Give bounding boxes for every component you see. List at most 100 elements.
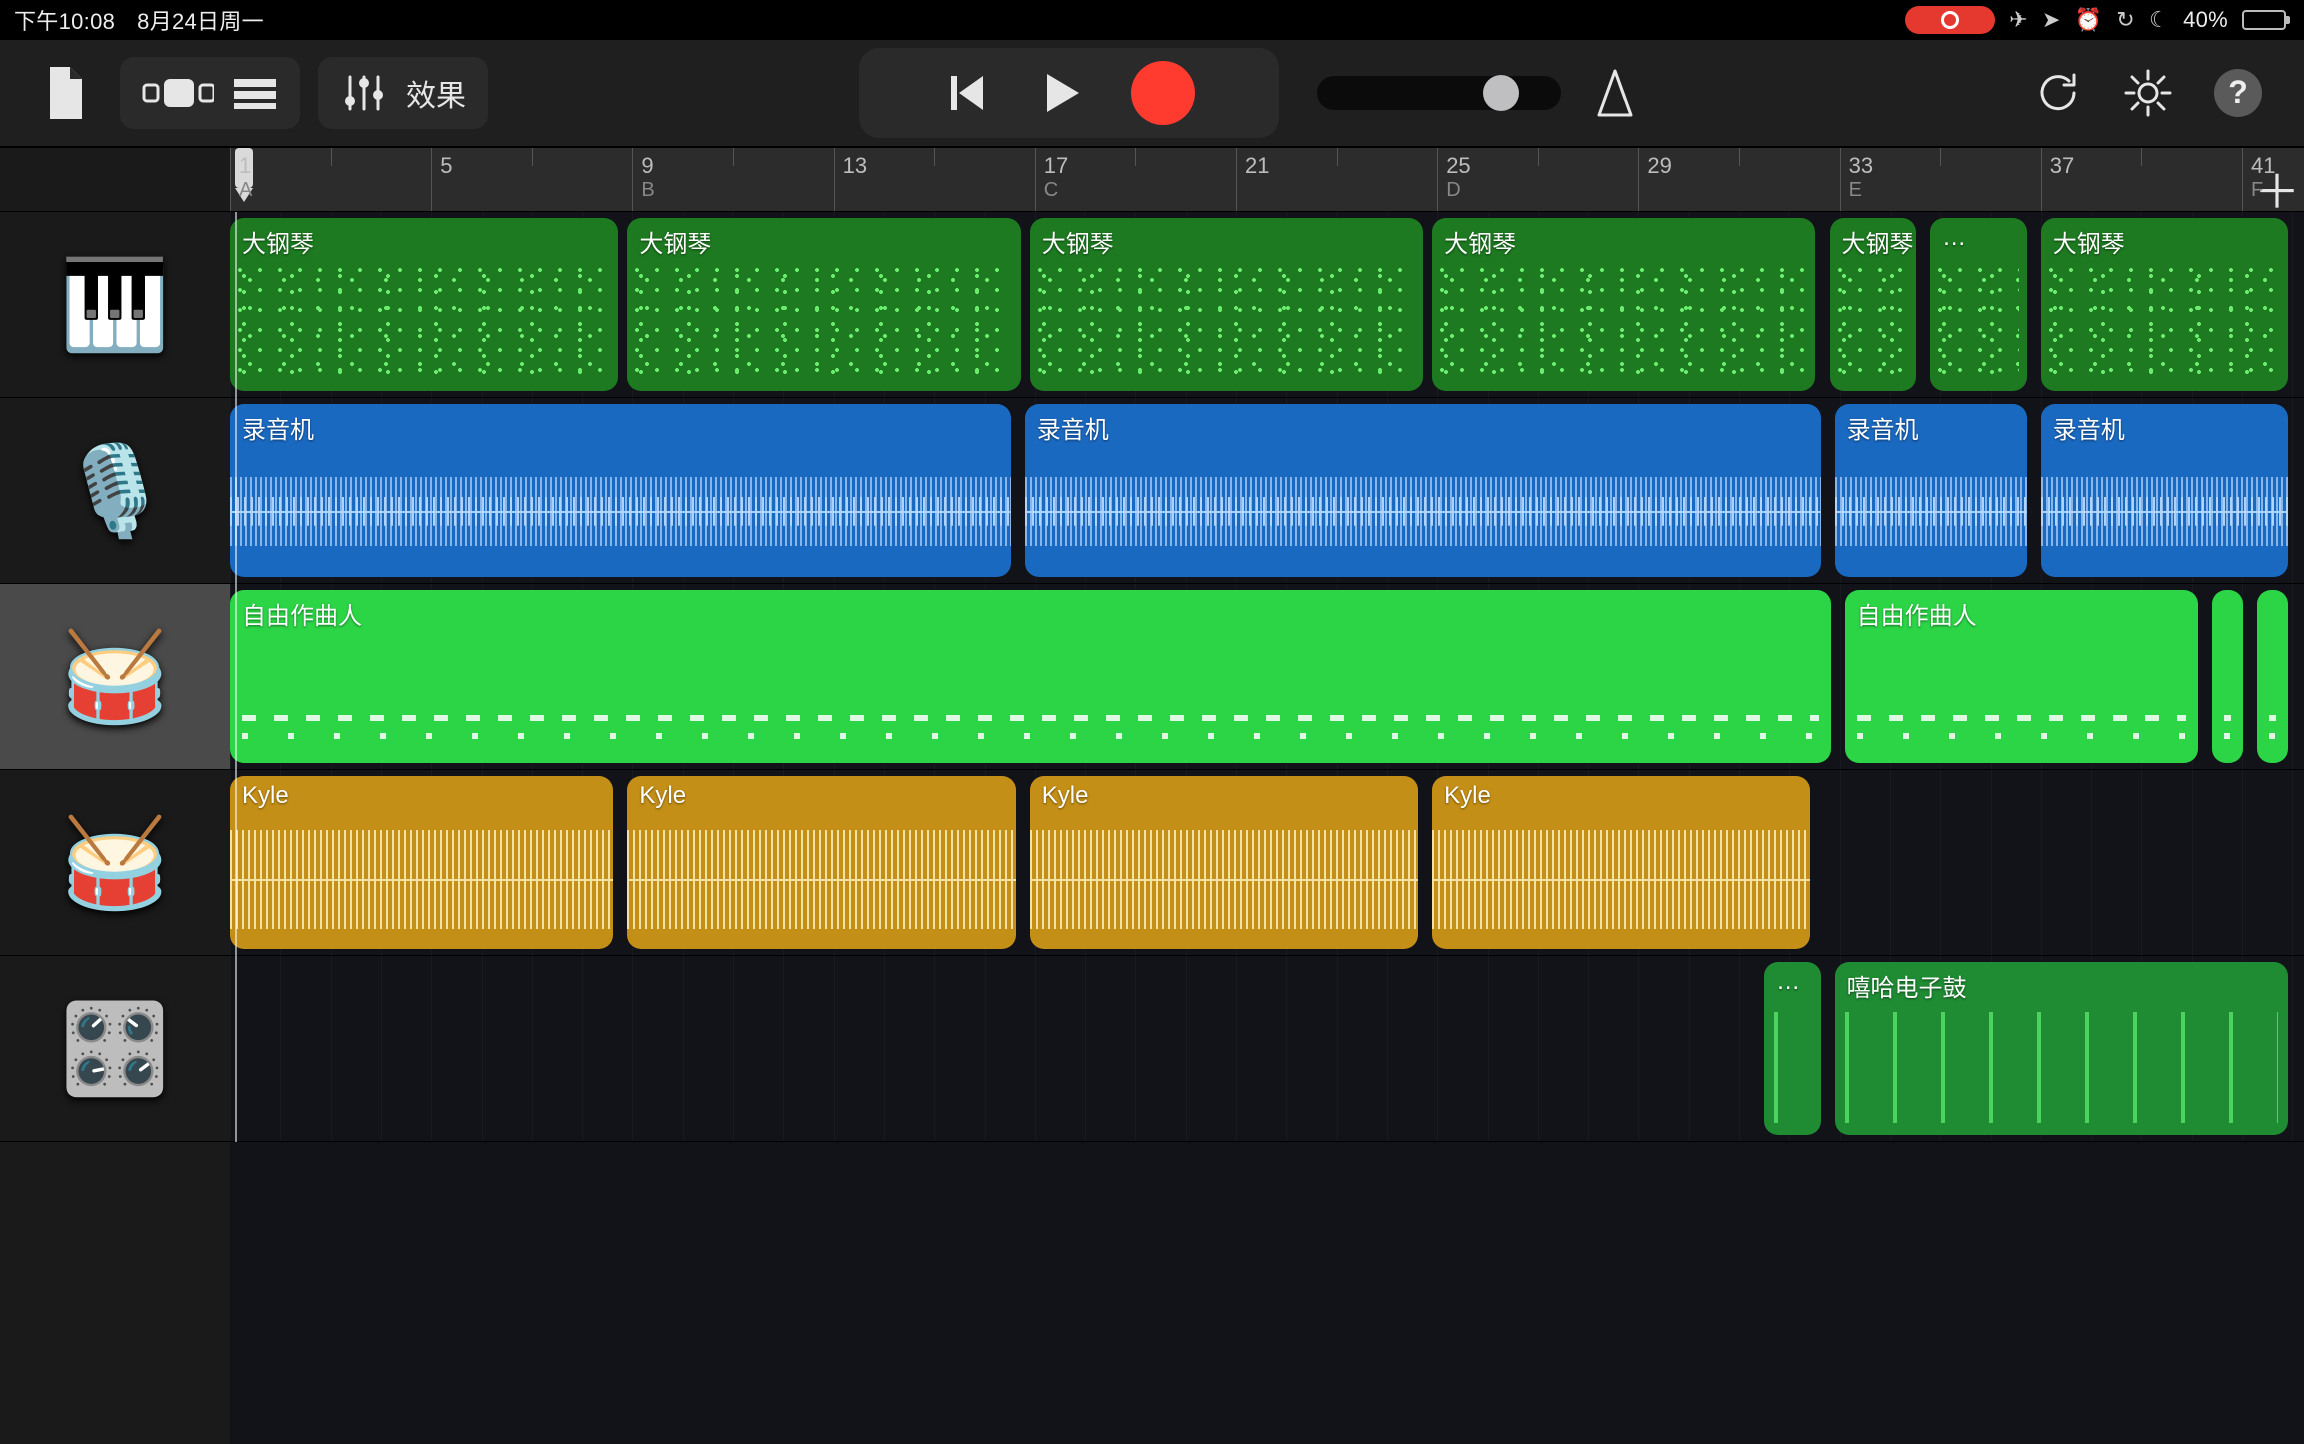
track-header-drums[interactable]: 🥁 (0, 584, 230, 770)
ruler-padding (0, 148, 230, 212)
region[interactable]: 大钢琴 (230, 218, 618, 391)
play-button[interactable] (1037, 57, 1083, 129)
region-label: 大钢琴 (639, 224, 711, 259)
piano-icon: 🎹 (60, 261, 170, 349)
ruler-bar-29: 29 (1638, 148, 1671, 211)
region-label: … (1776, 968, 1800, 996)
my-songs-button[interactable] (30, 57, 102, 129)
slider-knob-icon[interactable] (1483, 75, 1519, 111)
ruler-halftick (1538, 148, 1539, 166)
ruler-halftick (1940, 148, 1941, 166)
region[interactable]: 自由作曲人 (1845, 590, 2198, 763)
status-time: 下午10:08 (14, 4, 115, 36)
sync-icon: ↻ (2116, 7, 2135, 33)
ruler-halftick (532, 148, 533, 166)
ios-status-bar: 下午10:08 8月24日周一 ✈ ➤ ⏰ ↻ ☾ 40% (0, 0, 2304, 40)
master-volume-slider[interactable] (1317, 76, 1561, 110)
region-label: Kyle (1444, 782, 1491, 810)
track-header-microphone[interactable]: 🎙️ (0, 398, 230, 584)
track-header-drums-alt[interactable]: 🥁 (0, 770, 230, 956)
region-label: 录音机 (1037, 410, 1109, 445)
region-label: 录音机 (1847, 410, 1919, 445)
region-label: 大钢琴 (1042, 224, 1114, 259)
region-label: 嘻哈电子鼓 (1847, 968, 1967, 1003)
loop-browser-button[interactable] (2022, 57, 2094, 129)
arrange-area[interactable]: ＋ 1A59B1317C2125D2933E3741F 大钢琴大钢琴大钢琴大钢琴… (230, 148, 2304, 1444)
ruler-halftick (331, 148, 332, 166)
region[interactable]: 大钢琴 (1030, 218, 1423, 391)
ruler-halftick (733, 148, 734, 166)
region[interactable]: … (1930, 218, 2027, 391)
region[interactable]: 录音机 (1835, 404, 2027, 577)
track-header-piano[interactable]: 🎹 (0, 212, 230, 398)
lane-drum-kit[interactable]: 自由作曲人自由作曲人 (230, 584, 2304, 770)
region-label: 大钢琴 (242, 224, 314, 259)
lane-microphone[interactable]: 录音机 录音机 录音机 录音机 (230, 398, 2304, 584)
transport (859, 48, 1279, 138)
region-label: … (1942, 224, 1966, 252)
track-lanes[interactable]: 大钢琴 大钢琴 大钢琴 大钢琴 大钢琴 … 大钢琴录音机 录音机 录音机 录音机自由作曲人自由作曲… (230, 212, 2304, 1142)
record-button[interactable] (1131, 61, 1195, 125)
track-header-column: 🎹 🎙️ 🥁 🥁 🎛️ (0, 148, 230, 1444)
lane-drum-machine[interactable]: … 嘻哈电子鼓 (230, 956, 2304, 1142)
app-toolbar: 效果 ? (0, 40, 2304, 148)
region[interactable]: 录音机 (230, 404, 1011, 577)
region-label: 大钢琴 (1842, 224, 1914, 259)
region-label: Kyle (242, 782, 289, 810)
mixer-icon (340, 69, 388, 117)
region[interactable]: Kyle (230, 776, 613, 949)
ruler-halftick (1135, 148, 1136, 166)
ruler-bar-9: 9B (632, 148, 654, 211)
location-icon: ➤ (2042, 7, 2061, 33)
region[interactable]: 大钢琴 (1830, 218, 1917, 391)
region[interactable]: 录音机 (1025, 404, 1821, 577)
region[interactable]: Kyle (1030, 776, 1418, 949)
region[interactable]: 大钢琴 (2041, 218, 2289, 391)
view-toggle[interactable] (120, 57, 300, 129)
help-button[interactable]: ? (2202, 57, 2274, 129)
airplane-mode-icon: ✈ (2009, 7, 2028, 33)
lane-drum-kit-alt[interactable]: Kyle Kyle Kyle Kyle (230, 770, 2304, 956)
region[interactable] (2212, 590, 2243, 763)
do-not-disturb-icon: ☾ (2149, 7, 2169, 33)
region-label: 录音机 (242, 410, 314, 445)
screen-record-pill-icon[interactable] (1905, 6, 1995, 34)
region[interactable]: 录音机 (2041, 404, 2289, 577)
microphone-icon: 🎙️ (60, 447, 170, 535)
region[interactable]: 嘻哈电子鼓 (1835, 962, 2289, 1135)
ruler-bar-17: 17C (1035, 148, 1068, 211)
region[interactable]: 大钢琴 (627, 218, 1020, 391)
region[interactable]: 自由作曲人 (230, 590, 1831, 763)
battery-icon (2242, 10, 2286, 30)
ruler-bar-5: 5 (431, 148, 452, 211)
region[interactable]: Kyle (1432, 776, 1810, 949)
region[interactable]: … (1764, 962, 1820, 1135)
region-label: 录音机 (2053, 410, 2125, 445)
region-label: 大钢琴 (1444, 224, 1516, 259)
ruler-bar-37: 37 (2041, 148, 2074, 211)
ruler-halftick (934, 148, 935, 166)
timeline-ruler[interactable]: ＋ 1A59B1317C2125D2933E3741F (230, 148, 2304, 212)
drums-icon: 🥁 (60, 633, 170, 721)
browser-view-icon (142, 75, 214, 111)
status-date: 8月24日周一 (137, 4, 264, 36)
region-label: Kyle (1042, 782, 1089, 810)
track-controls[interactable]: 效果 (318, 57, 488, 129)
region[interactable]: 大钢琴 (1432, 218, 1815, 391)
region[interactable]: Kyle (627, 776, 1015, 949)
metronome-button[interactable] (1579, 57, 1651, 129)
ruler-halftick (2141, 148, 2142, 166)
effects-label: 效果 (406, 71, 466, 115)
main-area: 🎹 🎙️ 🥁 🥁 🎛️ ＋ 1A59B1317C2125D2933E3741F … (0, 148, 2304, 1444)
ruler-halftick (1337, 148, 1338, 166)
ruler-halftick (1739, 148, 1740, 166)
playhead-line (235, 212, 237, 1142)
alarm-icon: ⏰ (2075, 7, 2103, 33)
ruler-bar-41: 41F (2242, 148, 2275, 211)
battery-percent: 40% (2183, 7, 2228, 33)
rewind-button[interactable] (943, 57, 989, 129)
lane-grand-piano[interactable]: 大钢琴 大钢琴 大钢琴 大钢琴 大钢琴 … 大钢琴 (230, 212, 2304, 398)
settings-button[interactable] (2112, 57, 2184, 129)
track-header-drum-machine[interactable]: 🎛️ (0, 956, 230, 1142)
region[interactable] (2257, 590, 2288, 763)
